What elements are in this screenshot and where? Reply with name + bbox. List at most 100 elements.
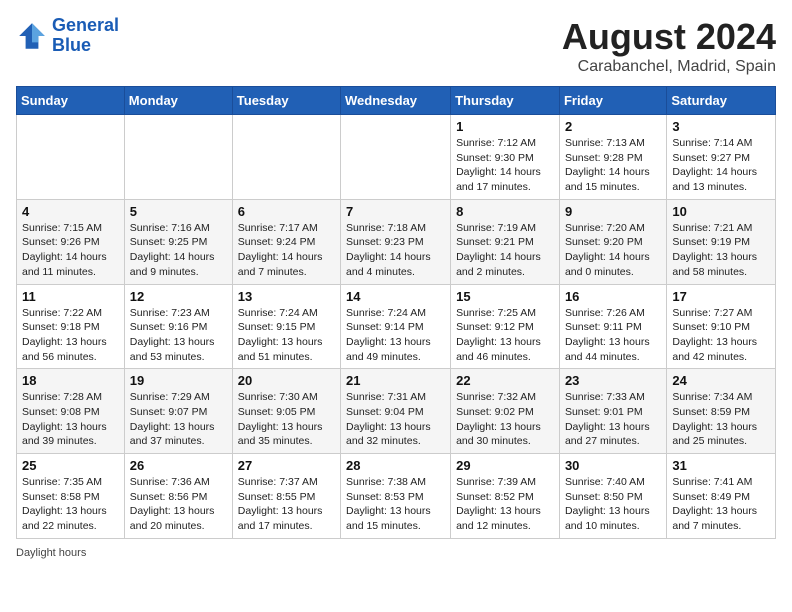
day-info: Sunrise: 7:31 AM Sunset: 9:04 PM Dayligh…	[346, 390, 445, 449]
calendar-cell: 11 Sunrise: 7:22 AM Sunset: 9:18 PM Dayli…	[17, 284, 125, 369]
day-info: Sunrise: 7:21 AM Sunset: 9:19 PM Dayligh…	[672, 221, 770, 280]
calendar-cell: 23 Sunrise: 7:33 AM Sunset: 9:01 PM Dayli…	[559, 369, 666, 454]
day-info: Sunrise: 7:26 AM Sunset: 9:11 PM Dayligh…	[565, 306, 661, 365]
calendar-cell: 15 Sunrise: 7:25 AM Sunset: 9:12 PM Dayli…	[451, 284, 560, 369]
calendar-day-header: Wednesday	[341, 87, 451, 115]
day-number: 13	[238, 289, 335, 304]
day-number: 16	[565, 289, 661, 304]
day-number: 9	[565, 204, 661, 219]
day-info: Sunrise: 7:13 AM Sunset: 9:28 PM Dayligh…	[565, 136, 661, 195]
day-number: 30	[565, 458, 661, 473]
day-info: Sunrise: 7:37 AM Sunset: 8:55 PM Dayligh…	[238, 475, 335, 534]
logo-icon	[16, 20, 48, 52]
day-info: Sunrise: 7:30 AM Sunset: 9:05 PM Dayligh…	[238, 390, 335, 449]
day-number: 21	[346, 373, 445, 388]
header: General Blue August 2024 Carabanchel, Ma…	[16, 16, 776, 76]
day-number: 7	[346, 204, 445, 219]
day-info: Sunrise: 7:39 AM Sunset: 8:52 PM Dayligh…	[456, 475, 554, 534]
calendar-cell: 29 Sunrise: 7:39 AM Sunset: 8:52 PM Dayli…	[451, 454, 560, 539]
day-info: Sunrise: 7:17 AM Sunset: 9:24 PM Dayligh…	[238, 221, 335, 280]
day-number: 12	[130, 289, 227, 304]
calendar-cell: 13Sunrise: 7:24 AM Sunset: 9:15 PM Dayli…	[232, 284, 340, 369]
calendar-week-row: 4 Sunrise: 7:15 AM Sunset: 9:26 PM Daylig…	[17, 199, 776, 284]
day-number: 26	[130, 458, 227, 473]
day-info: Sunrise: 7:25 AM Sunset: 9:12 PM Dayligh…	[456, 306, 554, 365]
calendar-day-header: Friday	[559, 87, 666, 115]
day-info: Sunrise: 7:12 AM Sunset: 9:30 PM Dayligh…	[456, 136, 554, 195]
day-number: 24	[672, 373, 770, 388]
day-number: 29	[456, 458, 554, 473]
calendar-cell: 10 Sunrise: 7:21 AM Sunset: 9:19 PM Dayli…	[667, 199, 776, 284]
day-info: Sunrise: 7:36 AM Sunset: 8:56 PM Dayligh…	[130, 475, 227, 534]
footer-note: Daylight hours	[16, 547, 776, 559]
day-info: Sunrise: 7:40 AM Sunset: 8:50 PM Dayligh…	[565, 475, 661, 534]
calendar-cell: 8 Sunrise: 7:19 AM Sunset: 9:21 PM Daylig…	[451, 199, 560, 284]
day-number: 31	[672, 458, 770, 473]
day-number: 22	[456, 373, 554, 388]
calendar-day-header: Thursday	[451, 87, 560, 115]
day-info: Sunrise: 7:22 AM Sunset: 9:18 PM Dayligh…	[22, 306, 119, 365]
calendar-cell: 12 Sunrise: 7:23 AM Sunset: 9:16 PM Dayli…	[124, 284, 232, 369]
calendar-cell: 31Sunrise: 7:41 AM Sunset: 8:49 PM Dayli…	[667, 454, 776, 539]
calendar-cell: 24 Sunrise: 7:34 AM Sunset: 8:59 PM Dayli…	[667, 369, 776, 454]
day-info: Sunrise: 7:27 AM Sunset: 9:10 PM Dayligh…	[672, 306, 770, 365]
day-number: 15	[456, 289, 554, 304]
calendar-week-row: 25 Sunrise: 7:35 AM Sunset: 8:58 PM Dayli…	[17, 454, 776, 539]
calendar-week-row: 18Sunrise: 7:28 AM Sunset: 9:08 PM Dayli…	[17, 369, 776, 454]
logo-text: General Blue	[52, 16, 119, 56]
calendar-cell: 17 Sunrise: 7:27 AM Sunset: 9:10 PM Dayli…	[667, 284, 776, 369]
title-area: August 2024 Carabanchel, Madrid, Spain	[562, 16, 776, 76]
calendar-cell	[124, 115, 232, 200]
calendar-week-row: 11 Sunrise: 7:22 AM Sunset: 9:18 PM Dayli…	[17, 284, 776, 369]
day-number: 5	[130, 204, 227, 219]
day-info: Sunrise: 7:33 AM Sunset: 9:01 PM Dayligh…	[565, 390, 661, 449]
calendar-cell: 18Sunrise: 7:28 AM Sunset: 9:08 PM Dayli…	[17, 369, 125, 454]
day-number: 23	[565, 373, 661, 388]
day-number: 27	[238, 458, 335, 473]
day-number: 10	[672, 204, 770, 219]
day-info: Sunrise: 7:24 AM Sunset: 9:14 PM Dayligh…	[346, 306, 445, 365]
calendar-cell: 9 Sunrise: 7:20 AM Sunset: 9:20 PM Daylig…	[559, 199, 666, 284]
day-number: 3	[672, 119, 770, 134]
calendar-cell: 4 Sunrise: 7:15 AM Sunset: 9:26 PM Daylig…	[17, 199, 125, 284]
day-info: Sunrise: 7:14 AM Sunset: 9:27 PM Dayligh…	[672, 136, 770, 195]
calendar-cell	[341, 115, 451, 200]
calendar-cell	[232, 115, 340, 200]
calendar-cell: 27 Sunrise: 7:37 AM Sunset: 8:55 PM Dayli…	[232, 454, 340, 539]
calendar-table: SundayMondayTuesdayWednesdayThursdayFrid…	[16, 86, 776, 539]
day-info: Sunrise: 7:20 AM Sunset: 9:20 PM Dayligh…	[565, 221, 661, 280]
day-number: 20	[238, 373, 335, 388]
day-info: Sunrise: 7:35 AM Sunset: 8:58 PM Dayligh…	[22, 475, 119, 534]
day-number: 8	[456, 204, 554, 219]
day-number: 4	[22, 204, 119, 219]
day-info: Sunrise: 7:19 AM Sunset: 9:21 PM Dayligh…	[456, 221, 554, 280]
calendar-cell: 3 Sunrise: 7:14 AM Sunset: 9:27 PM Daylig…	[667, 115, 776, 200]
day-info: Sunrise: 7:38 AM Sunset: 8:53 PM Dayligh…	[346, 475, 445, 534]
day-info: Sunrise: 7:16 AM Sunset: 9:25 PM Dayligh…	[130, 221, 227, 280]
day-number: 17	[672, 289, 770, 304]
day-info: Sunrise: 7:18 AM Sunset: 9:23 PM Dayligh…	[346, 221, 445, 280]
calendar-cell: 25 Sunrise: 7:35 AM Sunset: 8:58 PM Dayli…	[17, 454, 125, 539]
calendar-cell	[17, 115, 125, 200]
calendar-week-row: 1Sunrise: 7:12 AM Sunset: 9:30 PM Daylig…	[17, 115, 776, 200]
day-number: 11	[22, 289, 119, 304]
day-info: Sunrise: 7:23 AM Sunset: 9:16 PM Dayligh…	[130, 306, 227, 365]
calendar-cell: 1Sunrise: 7:12 AM Sunset: 9:30 PM Daylig…	[451, 115, 560, 200]
logo-line1: General	[52, 16, 119, 36]
calendar-cell: 2Sunrise: 7:13 AM Sunset: 9:28 PM Daylig…	[559, 115, 666, 200]
day-info: Sunrise: 7:34 AM Sunset: 8:59 PM Dayligh…	[672, 390, 770, 449]
calendar-cell: 20 Sunrise: 7:30 AM Sunset: 9:05 PM Dayli…	[232, 369, 340, 454]
day-number: 6	[238, 204, 335, 219]
day-info: Sunrise: 7:15 AM Sunset: 9:26 PM Dayligh…	[22, 221, 119, 280]
day-number: 14	[346, 289, 445, 304]
calendar-cell: 26 Sunrise: 7:36 AM Sunset: 8:56 PM Dayli…	[124, 454, 232, 539]
daylight-note: Daylight hours	[16, 547, 86, 559]
logo: General Blue	[16, 16, 119, 56]
calendar-day-header: Tuesday	[232, 87, 340, 115]
day-number: 25	[22, 458, 119, 473]
day-info: Sunrise: 7:28 AM Sunset: 9:08 PM Dayligh…	[22, 390, 119, 449]
logo-line2: Blue	[52, 36, 119, 56]
calendar-cell: 30 Sunrise: 7:40 AM Sunset: 8:50 PM Dayli…	[559, 454, 666, 539]
calendar-cell: 16 Sunrise: 7:26 AM Sunset: 9:11 PM Dayli…	[559, 284, 666, 369]
calendar-cell: 28Sunrise: 7:38 AM Sunset: 8:53 PM Dayli…	[341, 454, 451, 539]
